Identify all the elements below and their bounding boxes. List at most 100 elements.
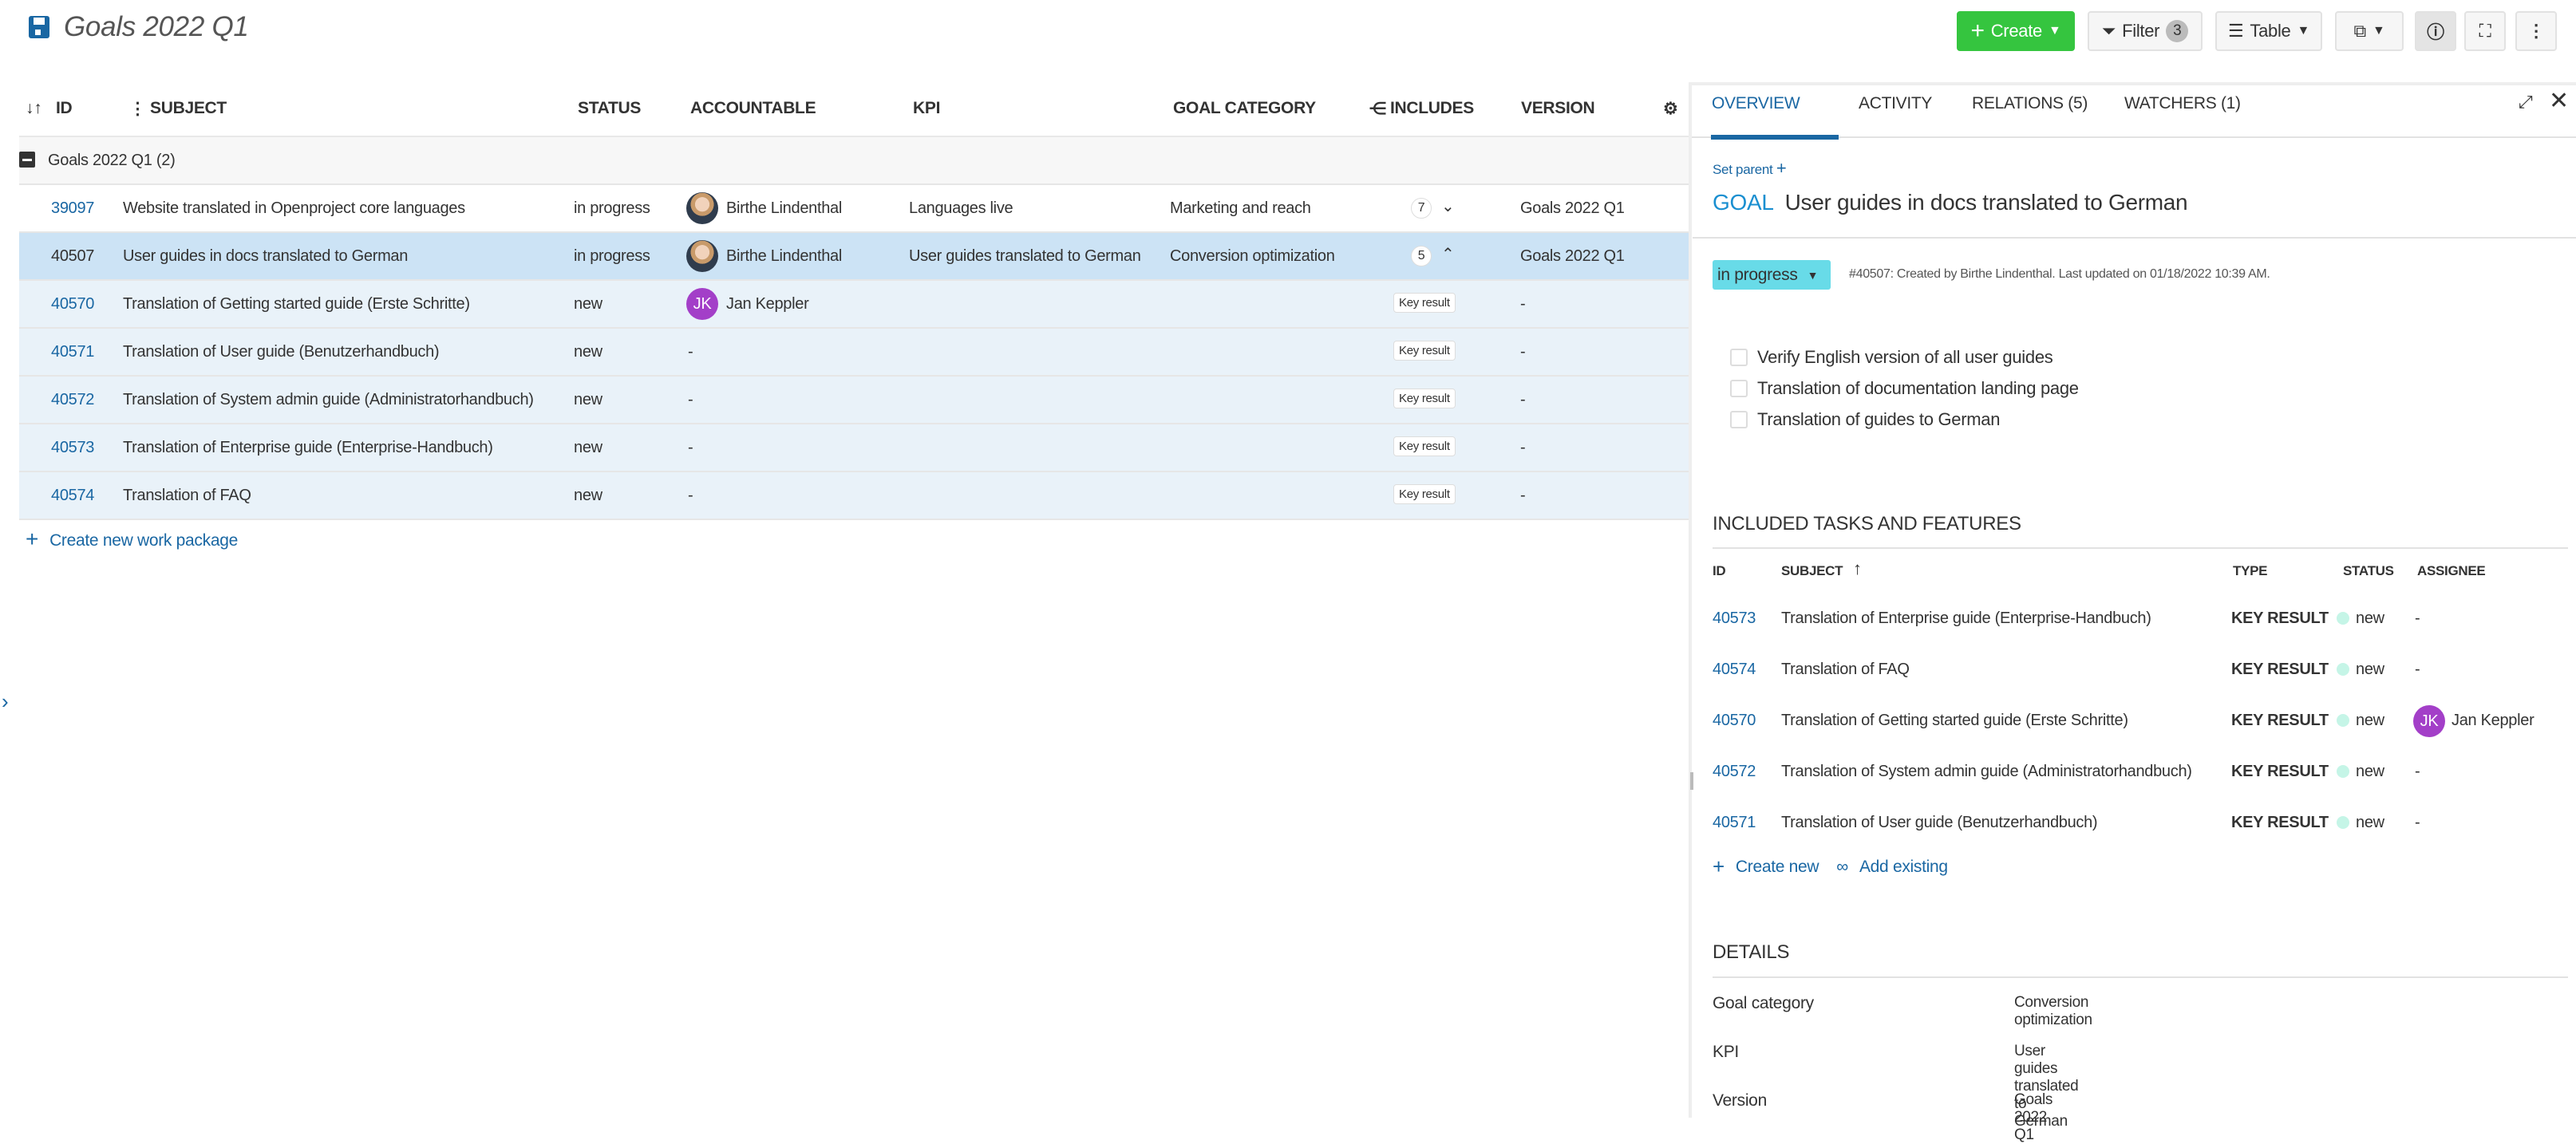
column-version[interactable]: VERSION: [1521, 99, 1595, 118]
sort-icon[interactable]: ↓↑: [26, 99, 42, 118]
type-label[interactable]: GOAL: [1713, 190, 1774, 215]
included-status[interactable]: new: [2337, 763, 2384, 781]
more-menu-button[interactable]: ⋮: [2515, 11, 2557, 51]
included-subject[interactable]: Translation of Getting started guide (Er…: [1781, 712, 2128, 730]
included-assignee[interactable]: Jan Keppler: [2452, 712, 2535, 730]
included-id-link[interactable]: 40570: [1713, 712, 1756, 730]
fullscreen-button[interactable]: ⛶: [2464, 11, 2506, 51]
table-row[interactable]: 39097 Website translated in Openproject c…: [19, 185, 1689, 233]
tab-activity[interactable]: ACTIVITY: [1859, 94, 1932, 113]
save-icon[interactable]: [29, 16, 49, 38]
status-cell[interactable]: new: [574, 343, 603, 361]
subject-cell[interactable]: Translation of User guide (Benutzerhandb…: [123, 343, 440, 361]
table-row[interactable]: 40573 Translation of Enterprise guide (En…: [19, 424, 1689, 472]
status-cell[interactable]: new: [574, 487, 603, 505]
included-status[interactable]: new: [2337, 712, 2384, 730]
included-subject[interactable]: Translation of FAQ: [1781, 661, 1910, 679]
included-id-link[interactable]: 40571: [1713, 814, 1756, 832]
included-id-link[interactable]: 40573: [1713, 609, 1756, 628]
accountable-cell[interactable]: -: [688, 439, 693, 457]
set-parent-link[interactable]: Set parent +: [1713, 158, 1787, 179]
chevron-down-icon[interactable]: ⌄: [1441, 196, 1455, 216]
included-assignee[interactable]: -: [2415, 661, 2420, 679]
included-id-link[interactable]: 40574: [1713, 661, 1756, 679]
close-icon[interactable]: ✕: [2549, 87, 2569, 115]
checklist-item[interactable]: Translation of documentation landing pag…: [1730, 373, 2079, 404]
create-new-link[interactable]: Create new: [1736, 858, 1819, 877]
create-new-work-package-link[interactable]: + Create new work package: [26, 527, 238, 552]
subject-cell[interactable]: Website translated in Openproject core l…: [123, 199, 465, 218]
expand-sidebar-icon[interactable]: ›: [2, 689, 9, 714]
work-package-id-link[interactable]: 40507: [51, 247, 94, 266]
accountable-cell[interactable]: -: [688, 487, 693, 505]
detail-value[interactable]: Goals 2022 Q1: [2014, 1091, 2053, 1144]
table-row[interactable]: 40571 Translation of User guide (Benutzer…: [19, 329, 1689, 377]
column-id[interactable]: ID: [56, 99, 73, 118]
included-col-status[interactable]: STATUS: [2343, 563, 2394, 579]
detail-value[interactable]: Conversion optimization: [2014, 994, 2092, 1029]
status-dropdown[interactable]: in progress ▼: [1713, 260, 1831, 290]
tab-relations[interactable]: RELATIONS (5): [1972, 94, 2088, 113]
resize-handle[interactable]: [1690, 772, 1693, 790]
status-cell[interactable]: in progress: [574, 247, 650, 266]
column-accountable[interactable]: ACCOUNTABLE: [690, 99, 816, 118]
included-id-link[interactable]: 40572: [1713, 763, 1756, 781]
goal-category-cell[interactable]: Conversion optimization: [1170, 247, 1335, 266]
table-row[interactable]: 40507 User guides in docs translated to G…: [19, 233, 1689, 281]
view-mode-button[interactable]: ☰ Table ▼: [2215, 11, 2322, 51]
kpi-cell[interactable]: Languages live: [909, 199, 1013, 218]
version-cell[interactable]: -: [1520, 295, 1526, 314]
included-status[interactable]: new: [2337, 609, 2384, 628]
table-row[interactable]: 40572 Translation of System admin guide (…: [19, 377, 1689, 424]
included-status[interactable]: new: [2337, 661, 2384, 679]
column-status[interactable]: STATUS: [578, 99, 641, 118]
filter-button[interactable]: ⏷ Filter 3: [2088, 11, 2203, 51]
included-assignee[interactable]: -: [2415, 609, 2420, 628]
work-package-id-link[interactable]: 40573: [51, 439, 94, 457]
accountable-cell[interactable]: Jan Keppler: [726, 295, 809, 314]
chevron-up-icon[interactable]: ⌃: [1441, 244, 1455, 264]
hierarchy-icon[interactable]: ⋮: [129, 99, 146, 119]
subject-field[interactable]: User guides in docs translated to German: [1785, 190, 2188, 215]
column-goal-category[interactable]: GOAL CATEGORY: [1173, 99, 1316, 118]
details-view-button[interactable]: ⓘ: [2415, 11, 2456, 51]
goal-category-cell[interactable]: Marketing and reach: [1170, 199, 1311, 218]
subject-cell[interactable]: Translation of System admin guide (Admin…: [123, 391, 534, 409]
checkbox[interactable]: [1730, 410, 1748, 428]
column-kpi[interactable]: KPI: [913, 99, 940, 118]
included-col-id[interactable]: ID: [1713, 563, 1726, 579]
included-col-type[interactable]: TYPE: [2233, 563, 2268, 579]
table-row[interactable]: 40570 Translation of Getting started guid…: [19, 281, 1689, 329]
accountable-cell[interactable]: Birthe Lindenthal: [726, 199, 842, 218]
subject-cell[interactable]: Translation of Getting started guide (Er…: [123, 295, 470, 314]
accountable-cell[interactable]: -: [688, 391, 693, 409]
included-subject[interactable]: Translation of Enterprise guide (Enterpr…: [1781, 609, 2151, 628]
version-cell[interactable]: Goals 2022 Q1: [1520, 199, 1625, 218]
included-col-subject[interactable]: SUBJECT: [1781, 563, 1843, 579]
work-package-id-link[interactable]: 40574: [51, 487, 94, 505]
settings-gear-icon[interactable]: ⚙: [1663, 99, 1678, 119]
tab-overview[interactable]: OVERVIEW: [1712, 94, 1800, 113]
work-package-id-link[interactable]: 39097: [51, 199, 94, 218]
checklist-item[interactable]: Verify English version of all user guide…: [1730, 341, 2079, 373]
status-cell[interactable]: new: [574, 295, 603, 314]
version-cell[interactable]: -: [1520, 439, 1526, 457]
tab-watchers[interactable]: WATCHERS (1): [2124, 94, 2241, 113]
included-subject[interactable]: Translation of System admin guide (Admin…: [1781, 763, 2192, 781]
version-cell[interactable]: Goals 2022 Q1: [1520, 247, 1625, 266]
subject-cell[interactable]: Translation of Enterprise guide (Enterpr…: [123, 439, 493, 457]
version-cell[interactable]: -: [1520, 487, 1526, 505]
included-assignee[interactable]: -: [2415, 763, 2420, 781]
create-button[interactable]: + Create ▼: [1957, 11, 2075, 51]
version-cell[interactable]: -: [1520, 343, 1526, 361]
included-col-assignee[interactable]: ASSIGNEE: [2417, 563, 2486, 579]
status-cell[interactable]: new: [574, 439, 603, 457]
work-package-id-link[interactable]: 40571: [51, 343, 94, 361]
group-row[interactable]: Goals 2022 Q1 (2): [19, 137, 1689, 185]
table-row[interactable]: 40574 Translation of FAQ new - Key result -: [19, 472, 1689, 520]
kpi-cell[interactable]: User guides translated to German: [909, 247, 1141, 266]
status-cell[interactable]: in progress: [574, 199, 650, 218]
included-subject[interactable]: Translation of User guide (Benutzerhandb…: [1781, 814, 2098, 832]
expand-icon[interactable]: ⤢: [2519, 92, 2533, 112]
checkbox[interactable]: [1730, 379, 1748, 397]
